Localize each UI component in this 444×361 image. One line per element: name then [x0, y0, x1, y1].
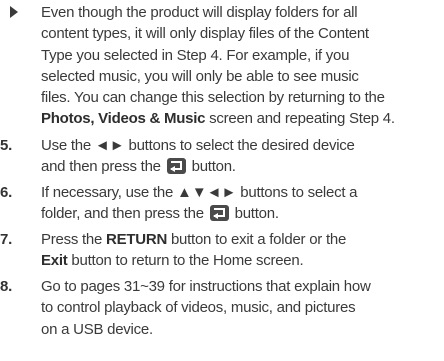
step-text: Go to pages 31~39 for instructions that …	[41, 276, 439, 340]
step-number: 5.	[0, 137, 13, 154]
step-8: 8. Go to pages 31~39 for instructions th…	[0, 276, 444, 340]
note-line: content types, it will only display file…	[41, 25, 369, 43]
step-text: If necessary, use the ▲▼◄► buttons to se…	[41, 182, 439, 225]
step-text: Press the RETURN button to exit a folder…	[41, 229, 439, 272]
direction-arrows-icon: ▲▼◄►	[176, 184, 237, 201]
step-number: 6.	[0, 184, 13, 201]
note-line: files. You can change this selection by …	[41, 89, 385, 107]
step-text-part: If necessary, use the	[41, 184, 177, 201]
step-text-part: button to return to the Home screen.	[67, 252, 304, 270]
exit-button-label: Exit	[41, 252, 68, 270]
step-5: 5. Use the ◄► buttons to select the desi…	[0, 135, 444, 178]
enter-button-icon	[209, 205, 229, 222]
enter-button-icon	[166, 158, 186, 175]
step-text-part: folder, and then press the	[41, 205, 208, 223]
step-text: Use the ◄► buttons to select the desired…	[41, 135, 439, 178]
manual-page: Even though the product will display fol…	[0, 0, 444, 361]
note-line: Type you selected in Step 4. For example…	[41, 46, 350, 64]
left-right-arrows-icon: ◄►	[94, 137, 125, 154]
return-button-label: RETURN	[106, 231, 168, 248]
step-text-part: buttons to select the desired device	[124, 137, 355, 154]
note-line: selected music, you will only be able to…	[41, 67, 359, 85]
screen-name: Photos, Videos & Music	[41, 110, 206, 128]
step-text-part: Use the	[41, 137, 95, 154]
step-text-part: button to exit a folder or the	[167, 231, 347, 248]
note-text: Even though the product will display fol…	[41, 2, 439, 130]
step-number: 8.	[0, 278, 13, 295]
bullet-arrow-icon	[10, 6, 18, 18]
step-text-part: buttons to select a	[236, 184, 358, 201]
step-text-part: Press the	[41, 231, 107, 248]
step-7: 7. Press the RETURN button to exit a fol…	[0, 229, 444, 272]
note-bullet: Even though the product will display fol…	[0, 2, 444, 130]
step-6: 6. If necessary, use the ▲▼◄► buttons to…	[0, 182, 444, 225]
step-text-part: and then press the	[41, 158, 165, 176]
step-text-part: button.	[230, 205, 279, 223]
note-line: Even though the product will display fol…	[41, 4, 358, 21]
note-line: screen and repeating Step 4.	[205, 110, 395, 128]
step-text-part: Go to pages 31~39 for instructions that …	[41, 278, 371, 295]
step-number: 7.	[0, 231, 13, 248]
step-text-part: on a USB device.	[41, 320, 153, 338]
step-text-part: button.	[187, 158, 236, 176]
step-text-part: to control playback of videos, music, an…	[41, 299, 356, 317]
